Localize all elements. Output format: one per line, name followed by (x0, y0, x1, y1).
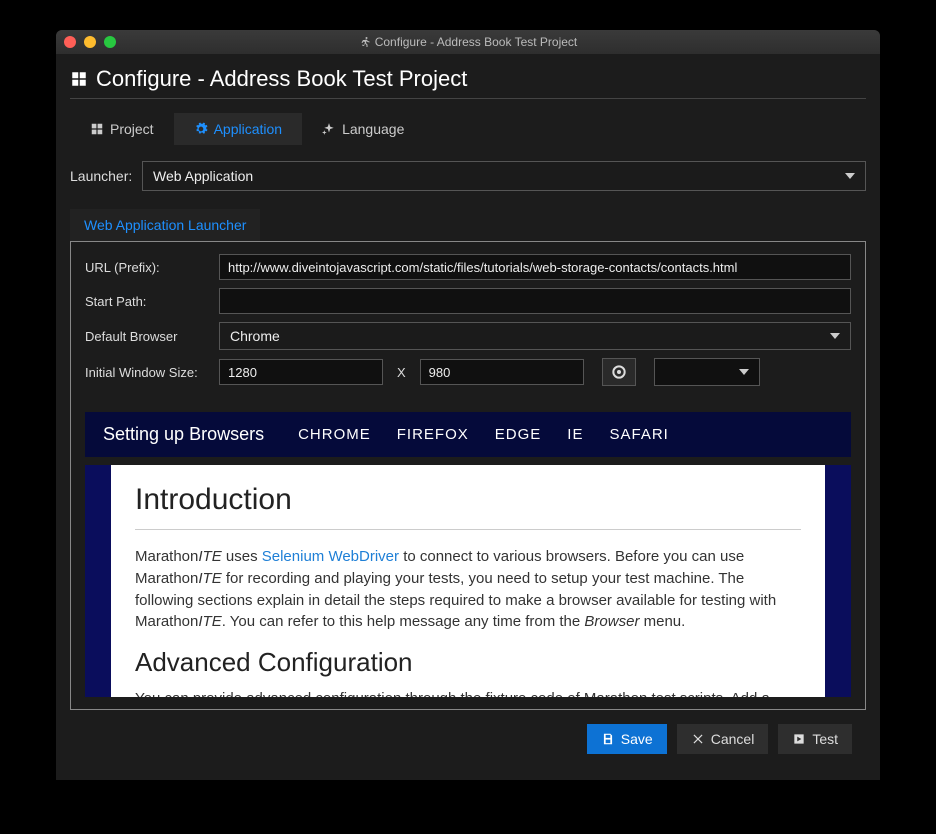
detect-size-button[interactable] (602, 358, 636, 386)
test-button[interactable]: Test (778, 724, 852, 754)
doc-divider (135, 529, 801, 530)
subtab-web-launcher[interactable]: Web Application Launcher (70, 209, 260, 241)
startpath-label: Start Path: (85, 294, 211, 309)
titlebar: Configure - Address Book Test Project (56, 30, 880, 54)
window-controls (64, 36, 116, 48)
save-button[interactable]: Save (587, 724, 667, 754)
tab-application[interactable]: Application (174, 113, 303, 145)
browser-safari[interactable]: SAFARI (609, 426, 668, 443)
doc-intro-paragraph: MarathonITE uses Selenium WebDriver to c… (135, 546, 801, 633)
browser-chrome[interactable]: CHROME (298, 426, 371, 443)
sparkle-icon (322, 122, 336, 136)
close-icon (691, 732, 705, 746)
browser-label: Default Browser (85, 329, 211, 344)
doc-advanced-paragraph: You can provide advanced configuration t… (135, 688, 801, 697)
save-icon (601, 732, 615, 746)
browser-select[interactable]: Chrome (219, 322, 851, 350)
cancel-button[interactable]: Cancel (677, 724, 769, 754)
zoom-window[interactable] (104, 36, 116, 48)
doc-wrap: Introduction MarathonITE uses Selenium W… (85, 465, 851, 697)
selenium-link[interactable]: Selenium WebDriver (262, 548, 399, 565)
doc-subheading: Advanced Configuration (135, 647, 801, 678)
height-input[interactable] (420, 359, 584, 385)
preset-size-select[interactable] (654, 358, 760, 386)
launcher-label: Launcher: (70, 168, 142, 184)
browser-ie[interactable]: IE (567, 426, 583, 443)
content: Configure - Address Book Test Project Pr… (56, 54, 880, 780)
page-header: Configure - Address Book Test Project (70, 66, 866, 99)
cog-icon (194, 122, 208, 136)
tab-language[interactable]: Language (302, 113, 424, 145)
titlebar-title: Configure - Address Book Test Project (56, 35, 880, 49)
startpath-input[interactable] (219, 288, 851, 314)
url-input[interactable] (219, 254, 851, 280)
launcher-panel: Launcher: Web Application Web Applicatio… (70, 161, 866, 710)
chevron-down-icon (830, 333, 840, 339)
footer-buttons: Save Cancel Test (70, 710, 866, 754)
launcher-config: URL (Prefix): Start Path: Default Browse… (70, 241, 866, 710)
runner-icon (359, 36, 371, 48)
minimize-window[interactable] (84, 36, 96, 48)
chevron-down-icon (845, 173, 855, 179)
browser-firefox[interactable]: FIREFOX (397, 426, 469, 443)
page-title: Configure - Address Book Test Project (96, 66, 467, 92)
help-document: Introduction MarathonITE uses Selenium W… (111, 465, 825, 697)
width-input[interactable] (219, 359, 383, 385)
launcher-select[interactable]: Web Application (142, 161, 866, 191)
grid-icon (90, 122, 104, 136)
window: Configure - Address Book Test Project Co… (56, 30, 880, 780)
target-icon (611, 364, 627, 380)
main-tabs: Project Application Language (70, 113, 866, 145)
url-label: URL (Prefix): (85, 260, 211, 275)
tab-project[interactable]: Project (70, 113, 174, 145)
dimension-separator: X (391, 365, 412, 380)
browser-help-title: Setting up Browsers (103, 424, 264, 445)
browser-edge[interactable]: EDGE (495, 426, 542, 443)
play-icon (792, 732, 806, 746)
doc-heading: Introduction (135, 483, 801, 517)
winsize-label: Initial Window Size: (85, 365, 211, 380)
layout-icon (70, 70, 88, 88)
browser-help-bar: Setting up Browsers CHROME FIREFOX EDGE … (85, 412, 851, 457)
close-window[interactable] (64, 36, 76, 48)
chevron-down-icon (739, 369, 749, 375)
